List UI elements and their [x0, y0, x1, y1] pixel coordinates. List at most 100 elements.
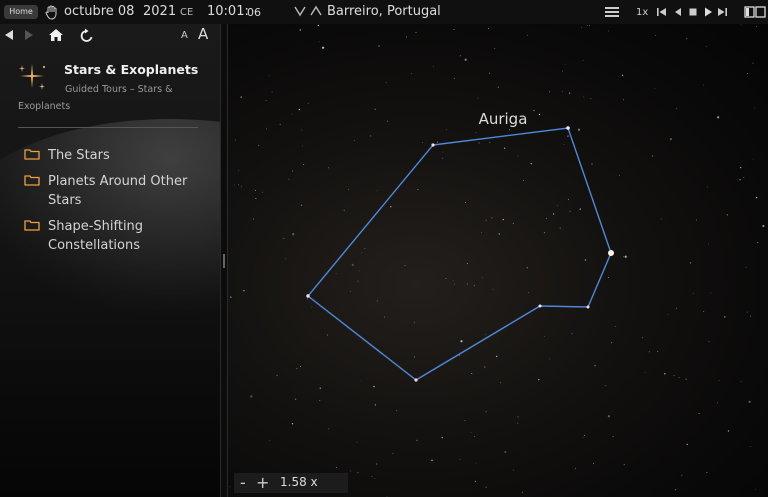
background-star	[453, 77, 455, 79]
folder-icon	[24, 149, 40, 160]
background-star	[509, 129, 511, 131]
background-star	[538, 113, 541, 116]
background-star	[611, 342, 613, 344]
background-star	[460, 340, 463, 343]
skip-forward-icon[interactable]	[716, 4, 728, 20]
background-star	[299, 29, 301, 31]
background-star	[689, 262, 692, 264]
background-star	[415, 32, 417, 34]
background-star	[311, 306, 313, 308]
time-seconds[interactable]: 06	[247, 6, 261, 19]
background-star	[726, 214, 729, 216]
refresh-icon[interactable]	[79, 28, 95, 44]
background-star	[549, 358, 551, 360]
splitter-grip[interactable]	[223, 254, 225, 268]
background-star	[487, 27, 489, 29]
background-star	[569, 210, 571, 213]
background-star	[464, 420, 466, 422]
background-star	[545, 217, 547, 219]
star[interactable]	[586, 305, 590, 309]
tour-breadcrumb[interactable]: Guided Tours – Stars & Exoplanets	[18, 81, 208, 115]
skip-back-icon[interactable]	[656, 4, 668, 20]
font-smaller-button[interactable]: A	[181, 30, 188, 41]
background-star	[319, 400, 321, 401]
background-star	[480, 232, 482, 233]
constellation-label[interactable]: Auriga	[479, 110, 528, 128]
background-star	[582, 436, 584, 438]
font-larger-button[interactable]: A	[198, 25, 208, 43]
home-button[interactable]: Home	[4, 5, 38, 19]
panel-splitter[interactable]	[220, 24, 228, 497]
folder-icon	[24, 220, 40, 231]
background-star	[623, 256, 624, 258]
background-star	[229, 486, 231, 488]
stop-icon[interactable]	[688, 4, 698, 20]
sky-view[interactable]: Auriga	[228, 24, 768, 497]
date-year[interactable]: 2021	[143, 4, 176, 19]
star[interactable]	[538, 304, 542, 308]
divider	[18, 127, 198, 128]
background-star	[269, 440, 271, 442]
background-star	[717, 116, 720, 119]
background-star	[291, 113, 293, 115]
layout-toggle-icon[interactable]	[744, 4, 766, 20]
background-star	[746, 311, 748, 313]
background-star	[243, 290, 245, 292]
background-star	[301, 145, 303, 147]
play-icon[interactable]	[703, 4, 713, 20]
background-star	[459, 459, 461, 460]
star[interactable]	[306, 294, 310, 298]
background-star	[357, 280, 359, 282]
zoom-in-button[interactable]: +	[256, 473, 269, 493]
location-label[interactable]: Barreiro, Portugal	[327, 4, 441, 19]
background-star	[607, 30, 609, 32]
step-back-icon[interactable]	[673, 4, 683, 20]
background-star	[577, 128, 581, 131]
date-month-day[interactable]: octubre 08	[64, 4, 134, 19]
date-era[interactable]: CE	[180, 7, 193, 18]
background-star	[747, 73, 749, 75]
chevron-up-icon[interactable]	[310, 4, 322, 18]
background-star	[614, 325, 616, 327]
star-capella[interactable]	[608, 250, 614, 256]
background-star	[591, 163, 593, 165]
background-star	[432, 66, 434, 68]
time-rate-label[interactable]: 1x	[636, 7, 648, 18]
star[interactable]	[431, 143, 435, 147]
background-star	[642, 337, 644, 339]
house-icon[interactable]	[48, 28, 64, 42]
tour-item-planets-around-other-stars[interactable]: Planets Around Other Stars	[24, 172, 209, 210]
zoom-out-button[interactable]: -	[240, 473, 246, 493]
background-star	[588, 24, 590, 26]
background-star	[655, 35, 656, 37]
background-stars	[228, 24, 765, 497]
background-star	[676, 307, 678, 309]
background-star	[575, 467, 576, 469]
star-field[interactable]: Auriga	[228, 24, 768, 497]
tour-item-shape-shifting-constellations[interactable]: Shape-Shifting Constellations	[24, 217, 209, 255]
background-star	[374, 477, 376, 479]
background-star	[482, 276, 483, 278]
background-star	[674, 489, 677, 491]
time-hours-minutes[interactable]: 10:01:	[207, 4, 249, 19]
background-star	[594, 365, 596, 367]
tour-item-the-stars[interactable]: The Stars	[24, 146, 209, 165]
background-star	[466, 263, 468, 264]
background-star	[328, 428, 330, 430]
background-star	[498, 233, 500, 235]
star[interactable]	[566, 126, 570, 130]
background-star	[706, 471, 708, 473]
forward-arrow-icon[interactable]	[23, 28, 35, 42]
background-star	[567, 135, 569, 137]
background-star	[371, 475, 373, 477]
chevron-down-icon[interactable]	[294, 4, 306, 18]
star[interactable]	[414, 378, 418, 382]
hand-pan-icon[interactable]	[44, 4, 60, 20]
background-star	[416, 439, 418, 442]
background-star	[533, 109, 535, 112]
background-star	[250, 395, 253, 398]
menu-icon[interactable]	[605, 7, 619, 17]
back-arrow-icon[interactable]	[3, 28, 15, 42]
background-star	[538, 378, 540, 381]
background-star	[265, 128, 267, 130]
